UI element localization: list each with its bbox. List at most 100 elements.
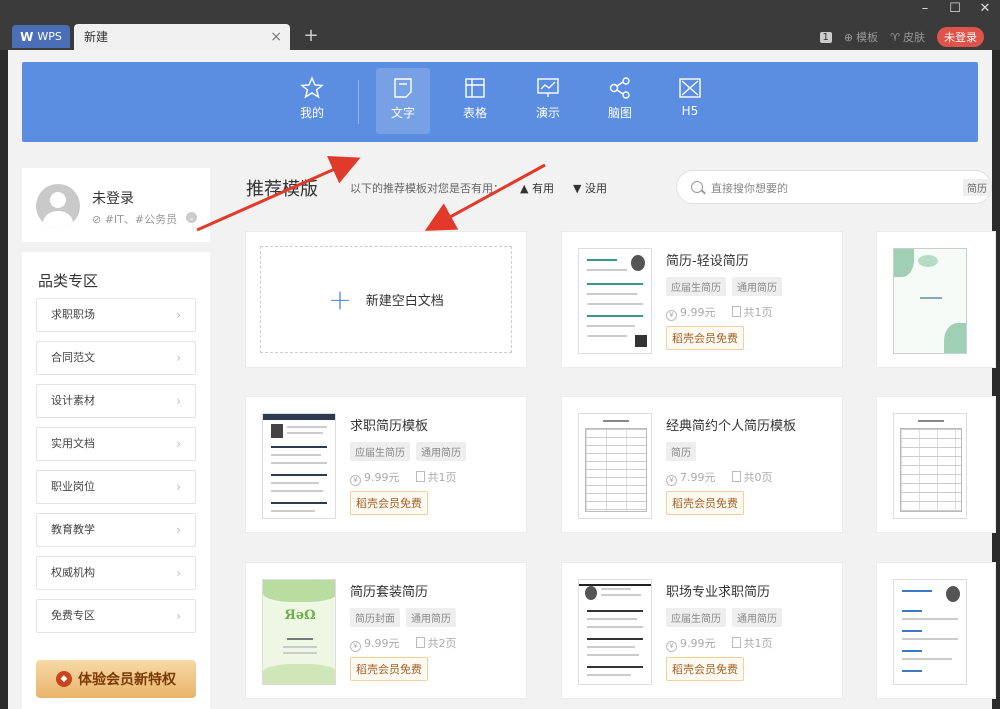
tab-wps[interactable]: W WPS (12, 25, 70, 48)
vip-free-badge[interactable]: 稻壳会员免费 (666, 326, 744, 350)
template-card[interactable]: 求职简历模板 应届生简历 通用简历 ¥9.99元 共1页 稻壳会员免费 (245, 396, 527, 533)
tag-icon: ⊘ (92, 213, 105, 226)
template-pages: 共0页 (731, 469, 773, 486)
close-tab-icon[interactable]: × (270, 24, 282, 50)
vip-trial-button[interactable]: ◆ 体验会员新特权 (36, 660, 196, 698)
vip-free-badge[interactable]: 稻壳会员免费 (350, 657, 428, 681)
user-name: 未登录 (92, 191, 134, 207)
template-price: ¥9.99元 (350, 635, 400, 652)
template-thumbnail: ЯǝΩ (262, 579, 336, 685)
recommend-question: 以下的推荐模板对您是否有用： (350, 182, 504, 195)
main-content: 我的 文字 表格 演示 脑图 H5 未登录 ⊘ #IT、#公务员 ⌄ 品类专区 … (8, 50, 996, 709)
tab-new[interactable]: 新建 × (74, 24, 290, 50)
template-card-partial[interactable] (876, 562, 996, 699)
template-title: 简历套装简历 (350, 585, 429, 600)
vip-shield-icon: ◆ (56, 671, 72, 687)
nav-h5[interactable]: H5 (663, 68, 717, 134)
close-window-icon[interactable]: ✕ (970, 0, 1000, 20)
coin-icon: ¥ (666, 641, 677, 652)
template-title: 简历-轻设简历 (666, 254, 749, 269)
useless-button[interactable]: ▼ 没用 (573, 180, 607, 196)
category-item[interactable]: 职业岗位 › (36, 470, 196, 504)
pages-icon (731, 306, 741, 317)
useful-button[interactable]: ▲ 有用 (520, 180, 554, 196)
login-button[interactable]: 未登录 (937, 27, 984, 47)
category-item[interactable]: 免费专区 › (36, 599, 196, 633)
templates-button[interactable]: ⊕ 模板 (844, 29, 878, 45)
chevron-down-icon[interactable]: ⌄ (186, 212, 197, 223)
template-card[interactable]: ЯǝΩ 简历套装简历 简历封面 通用简历 ¥9.99元 共2页 稻壳会员免费 (245, 562, 527, 699)
template-title: 经典简约个人简历模板 (666, 419, 797, 434)
nav-mindmap[interactable]: 脑图 (593, 68, 647, 134)
titlebar-tools: 1 ⊕ 模板 ♈ 皮肤 未登录 (819, 27, 984, 47)
category-item[interactable]: 设计素材 › (36, 384, 196, 418)
template-card-partial[interactable] (876, 396, 996, 533)
h5-icon (679, 78, 701, 98)
template-card[interactable]: 经典简约个人简历模板 简历 ¥7.99元 共0页 稻壳会员免费 (561, 396, 843, 533)
template-meta: ¥7.99元 共0页 (666, 469, 773, 486)
maximize-icon[interactable]: ☐ (940, 0, 970, 20)
category-item[interactable]: 教育教学 › (36, 513, 196, 547)
user-tags: ⊘ #IT、#公务员 (92, 213, 178, 226)
new-tab-button[interactable]: + (302, 24, 320, 50)
template-meta: ¥9.99元 共1页 (666, 304, 773, 321)
nav-mine[interactable]: 我的 (285, 68, 339, 134)
blank-document-card[interactable]: + 新建空白文档 (245, 231, 527, 368)
template-tags: 简历 (666, 442, 696, 461)
template-meta: ¥9.99元 共1页 (350, 469, 457, 486)
user-profile-card[interactable]: 未登录 ⊘ #IT、#公务员 ⌄ (22, 168, 210, 242)
template-title: 职场专业求职简历 (666, 585, 771, 600)
template-card[interactable]: 简历-轻设简历 应届生简历 通用简历 ¥9.99元 共1页 稻壳会员免费 (561, 231, 843, 368)
chevron-right-icon: › (176, 437, 181, 451)
title-bar: – ☐ ✕ W WPS 新建 × + 1 ⊕ 模板 ♈ 皮肤 未登录 (0, 0, 1000, 50)
minimize-icon[interactable]: – (910, 0, 940, 20)
window-controls: – ☐ ✕ (910, 0, 1000, 20)
template-card-partial[interactable] (876, 231, 996, 368)
skins-button[interactable]: ♈ 皮肤 (890, 29, 925, 45)
template-tag: 通用简历 (732, 608, 782, 627)
tab-wps-label: WPS (37, 30, 62, 43)
search-input[interactable] (711, 179, 941, 197)
template-price: ¥9.99元 (666, 304, 716, 321)
window-count-badge[interactable]: 1 (819, 31, 832, 43)
template-tag: 通用简历 (732, 277, 782, 296)
nav-writer[interactable]: 文字 (376, 68, 430, 134)
coin-icon: ¥ (666, 475, 677, 486)
template-tags: 应届生简历 通用简历 (666, 277, 782, 296)
vip-free-badge[interactable]: 稻壳会员免费 (666, 657, 744, 681)
wps-logo-icon: W (20, 29, 34, 44)
document-icon (394, 78, 412, 98)
vip-free-badge[interactable]: 稻壳会员免费 (666, 491, 744, 515)
template-tag: 应届生简历 (666, 608, 726, 627)
nav-presentation[interactable]: 演示 (521, 68, 575, 134)
category-item[interactable]: 合同范文 › (36, 341, 196, 375)
chevron-right-icon: › (176, 351, 181, 365)
category-item[interactable]: 实用文档 › (36, 427, 196, 461)
template-tag: 应届生简历 (350, 442, 410, 461)
template-card[interactable]: 职场专业求职简历 应届生简历 通用简历 ¥9.99元 共1页 稻壳会员免费 (561, 562, 843, 699)
template-price: ¥7.99元 (666, 469, 716, 486)
template-price: ¥9.99元 (666, 635, 716, 652)
template-tag: 简历封面 (350, 608, 400, 627)
shirt-icon: ♈ (890, 30, 900, 44)
pages-icon (415, 471, 425, 482)
category-item[interactable]: 求职职场 › (36, 298, 196, 332)
template-thumbnail (893, 248, 967, 354)
mindmap-icon (609, 77, 630, 99)
star-icon (300, 76, 324, 99)
tab-new-label: 新建 (84, 30, 109, 44)
template-icon: ⊕ (843, 30, 854, 44)
search-icon[interactable] (691, 181, 703, 193)
template-pages: 共1页 (415, 469, 457, 486)
search-hot-tag[interactable]: 简历 (963, 179, 991, 196)
pages-icon (731, 637, 741, 648)
thumbs-down-icon: ▼ (573, 182, 585, 195)
template-tags: 应届生简历 通用简历 (350, 442, 466, 461)
category-item[interactable]: 权威机构 › (36, 556, 196, 590)
nav-spreadsheet[interactable]: 表格 (448, 68, 502, 134)
template-title: 求职简历模板 (350, 419, 429, 434)
chevron-right-icon: › (176, 566, 181, 580)
vip-free-badge[interactable]: 稻壳会员免费 (350, 491, 428, 515)
table-icon (465, 78, 485, 98)
thumbs-up-icon: ▲ (520, 182, 532, 195)
